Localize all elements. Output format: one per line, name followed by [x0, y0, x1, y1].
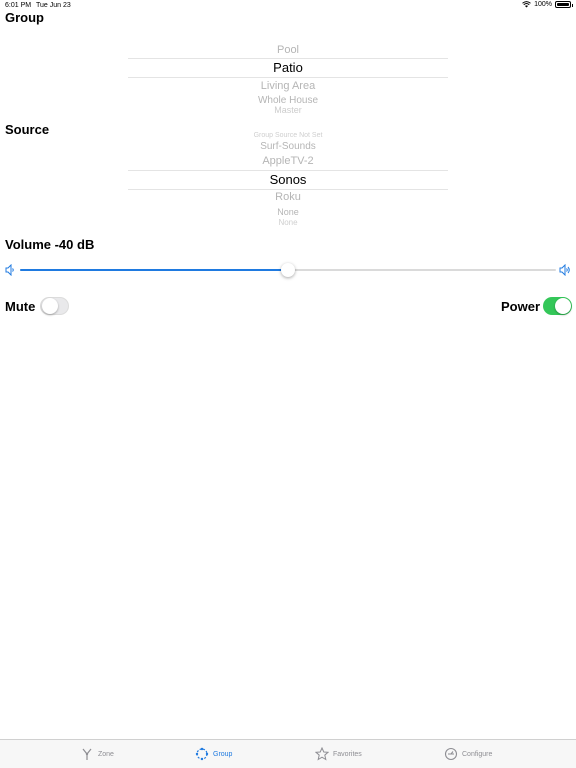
toggle-knob [42, 298, 58, 314]
source-option-none-2[interactable]: None [128, 218, 448, 226]
source-option-sonos[interactable]: Sonos [128, 172, 448, 187]
source-option-group-source-not-set[interactable]: Group Source Not Set [128, 132, 448, 139]
status-right: 100% [522, 1, 573, 8]
picker-divider [128, 58, 448, 59]
volume-thumb[interactable] [281, 263, 295, 277]
status-date: Tue Jun 23 [36, 2, 71, 9]
volume-fill [20, 269, 288, 271]
status-bar: 6:01 PM Tue Jun 23 100% [0, 0, 576, 12]
group-label: Group [5, 10, 44, 25]
group-option-pool[interactable]: Pool [128, 44, 448, 56]
source-label: Source [5, 122, 50, 137]
source-option-appletv-2[interactable]: AppleTV-2 [128, 155, 448, 167]
configure-icon [444, 747, 458, 761]
volume-low-icon[interactable] [5, 264, 15, 276]
volume-track[interactable] [20, 263, 556, 277]
volume-label: Volume -40 dB [5, 237, 95, 252]
tab-group[interactable]: Group [195, 740, 232, 768]
tab-bar: Zone Group Favorites Configure [0, 739, 576, 768]
picker-divider [128, 170, 448, 171]
wifi-icon [522, 1, 531, 8]
tab-zone-label: Zone [98, 750, 114, 758]
volume-high-icon[interactable] [559, 264, 571, 276]
source-option-roku[interactable]: Roku [128, 191, 448, 203]
speaker-group-icon [195, 747, 209, 761]
picker-divider [128, 77, 448, 78]
source-picker[interactable]: Group Source Not Set Surf-Sounds AppleTV… [128, 128, 448, 230]
antenna-icon [82, 748, 92, 760]
status-time: 6:01 PM [5, 2, 32, 9]
mute-label: Mute [5, 299, 36, 314]
power-label: Power [501, 299, 541, 314]
power-toggle[interactable] [543, 297, 572, 315]
group-picker[interactable]: Pool Patio Living Area Whole House Maste… [128, 40, 448, 120]
group-option-patio[interactable]: Patio [128, 60, 448, 75]
star-icon [315, 747, 329, 761]
toggle-knob [555, 298, 571, 314]
tab-zone[interactable]: Zone [80, 740, 114, 768]
group-option-master[interactable]: Master [128, 105, 448, 113]
battery-icon [555, 1, 573, 8]
battery-percent: 100% [534, 1, 552, 8]
source-option-none[interactable]: None [128, 207, 448, 217]
tab-configure-label: Configure [462, 750, 493, 758]
tab-favorites[interactable]: Favorites [315, 740, 362, 768]
tab-favorites-label: Favorites [333, 750, 362, 758]
group-option-living-area[interactable]: Living Area [128, 80, 448, 92]
tab-configure[interactable]: Configure [444, 740, 492, 768]
tab-group-label: Group [213, 750, 233, 758]
mute-toggle[interactable] [40, 297, 69, 315]
picker-divider [128, 189, 448, 190]
volume-slider[interactable] [5, 262, 571, 278]
source-option-surf-sounds[interactable]: Surf-Sounds [128, 141, 448, 152]
